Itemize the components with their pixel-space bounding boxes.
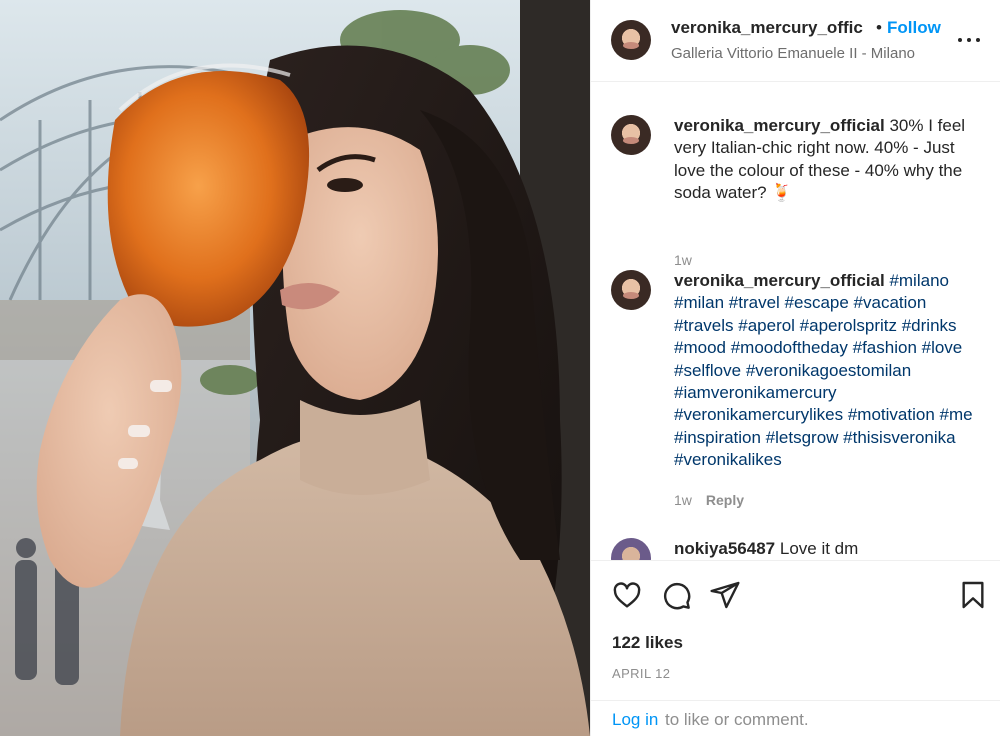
separator-dot: • bbox=[876, 18, 882, 37]
comment-username[interactable]: veronika_mercury_official bbox=[674, 116, 885, 135]
comment-text: veronika_mercury_official #milano #milan… bbox=[674, 270, 986, 472]
follow-button[interactable]: Follow bbox=[887, 18, 941, 38]
likes-count[interactable]: 122 likes bbox=[612, 633, 683, 653]
commenter-avatar[interactable] bbox=[611, 538, 651, 560]
comment-text: veronika_mercury_official 30% I feel ver… bbox=[674, 115, 986, 205]
post-image[interactable] bbox=[0, 0, 590, 736]
comment-body: Love it dm bbox=[775, 539, 859, 558]
comment-text: nokiya56487 Love it dm bbox=[674, 538, 986, 560]
login-prompt: Log in to like or comment. bbox=[591, 700, 1000, 736]
comment-username[interactable]: veronika_mercury_official bbox=[674, 271, 885, 290]
post-actions: 122 likes APRIL 12 bbox=[591, 560, 1000, 700]
author-username[interactable]: veronika_mercury_offic bbox=[671, 18, 863, 38]
comment-username[interactable]: nokiya56487 bbox=[674, 539, 775, 558]
comment-hashtags[interactable]: #milano #milan #travel #escape #vacation… bbox=[674, 271, 973, 469]
comment-time[interactable]: 1w bbox=[674, 252, 692, 268]
heart-icon[interactable] bbox=[611, 579, 643, 611]
login-link[interactable]: Log in bbox=[612, 710, 658, 730]
comments-list[interactable]: veronika_mercury_official 30% I feel ver… bbox=[591, 83, 1000, 560]
comment-meta: 1w Reply bbox=[674, 492, 744, 508]
reply-button[interactable]: Reply bbox=[706, 492, 744, 508]
commenter-avatar[interactable] bbox=[611, 115, 651, 155]
commenter-avatar[interactable] bbox=[611, 270, 651, 310]
paper-plane-icon[interactable] bbox=[709, 579, 741, 611]
post-date[interactable]: APRIL 12 bbox=[612, 666, 670, 681]
bookmark-icon[interactable] bbox=[957, 579, 989, 611]
post-location[interactable]: Galleria Vittorio Emanuele II - Milano bbox=[671, 45, 915, 62]
post-header: veronika_mercury_offic • Follow Galleria… bbox=[591, 0, 1000, 82]
post-side-panel: veronika_mercury_offic • Follow Galleria… bbox=[590, 0, 1000, 736]
post-photo-illustration bbox=[0, 0, 590, 736]
comment-time[interactable]: 1w bbox=[674, 492, 692, 508]
login-prompt-text: to like or comment. bbox=[665, 710, 809, 729]
comment-icon[interactable] bbox=[660, 579, 692, 611]
author-avatar[interactable] bbox=[611, 20, 651, 60]
comment-meta: 1w bbox=[674, 252, 692, 268]
more-icon[interactable] bbox=[957, 28, 981, 52]
